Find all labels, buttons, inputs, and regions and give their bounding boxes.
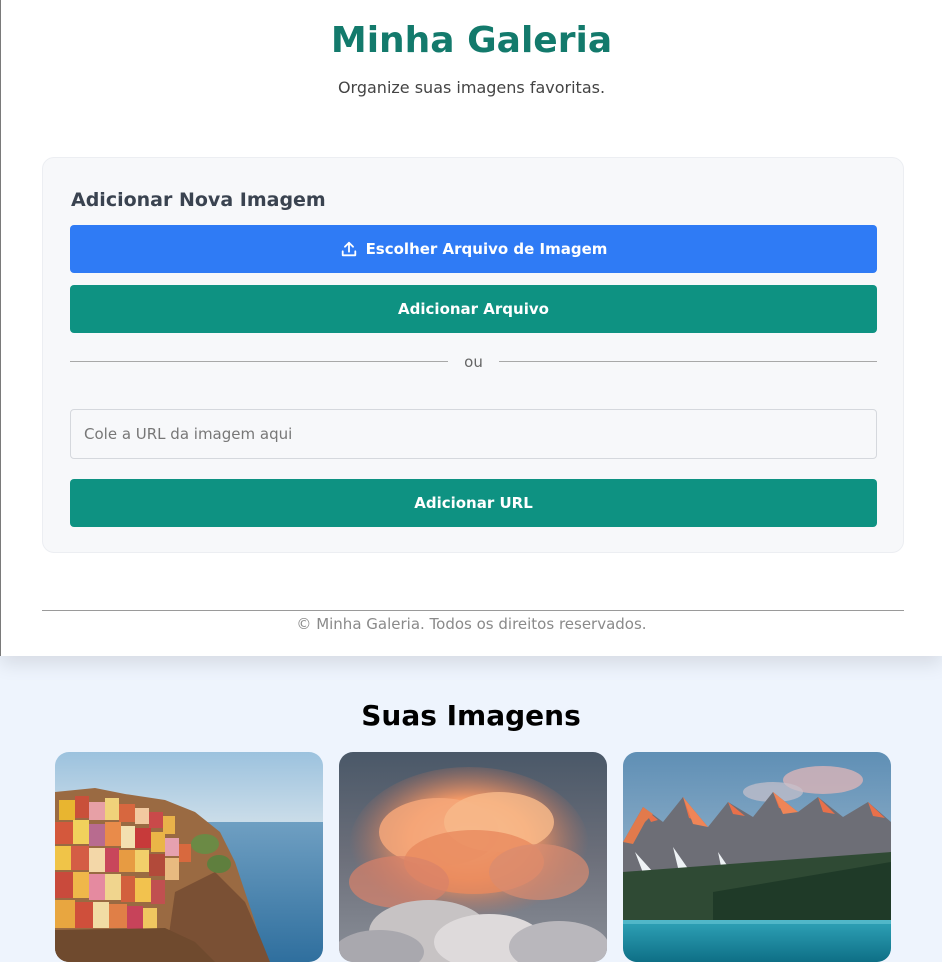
footer-copyright: © Minha Galeria. Todos os direitos reser… — [296, 615, 647, 633]
gallery-image-clouds[interactable] — [339, 752, 607, 962]
add-image-panel: Adicionar Nova Imagem Escolher Arquivo d… — [42, 157, 904, 553]
gallery-card: Minha Galeria Organize suas imagens favo… — [0, 0, 942, 656]
url-input[interactable] — [70, 409, 877, 459]
footer-divider — [42, 610, 904, 611]
add-url-label: Adicionar URL — [414, 494, 533, 512]
add-file-label: Adicionar Arquivo — [398, 300, 549, 318]
gallery-heading: Suas Imagens — [361, 699, 581, 732]
choose-file-button[interactable]: Escolher Arquivo de Imagem — [70, 225, 877, 273]
divider-left — [70, 361, 448, 362]
add-file-button[interactable]: Adicionar Arquivo — [70, 285, 877, 333]
add-url-button[interactable]: Adicionar URL — [70, 479, 877, 527]
choose-file-label: Escolher Arquivo de Imagem — [365, 240, 608, 258]
divider-text: ou — [464, 353, 483, 371]
divider-right — [499, 361, 877, 362]
gallery-image-village[interactable] — [55, 752, 323, 962]
gallery-image-mountains[interactable] — [623, 752, 891, 962]
add-image-heading: Adicionar Nova Imagem — [71, 189, 326, 211]
page-subtitle: Organize suas imagens favoritas. — [337, 78, 606, 97]
upload-icon — [341, 241, 356, 257]
page-title: Minha Galeria — [330, 20, 613, 61]
